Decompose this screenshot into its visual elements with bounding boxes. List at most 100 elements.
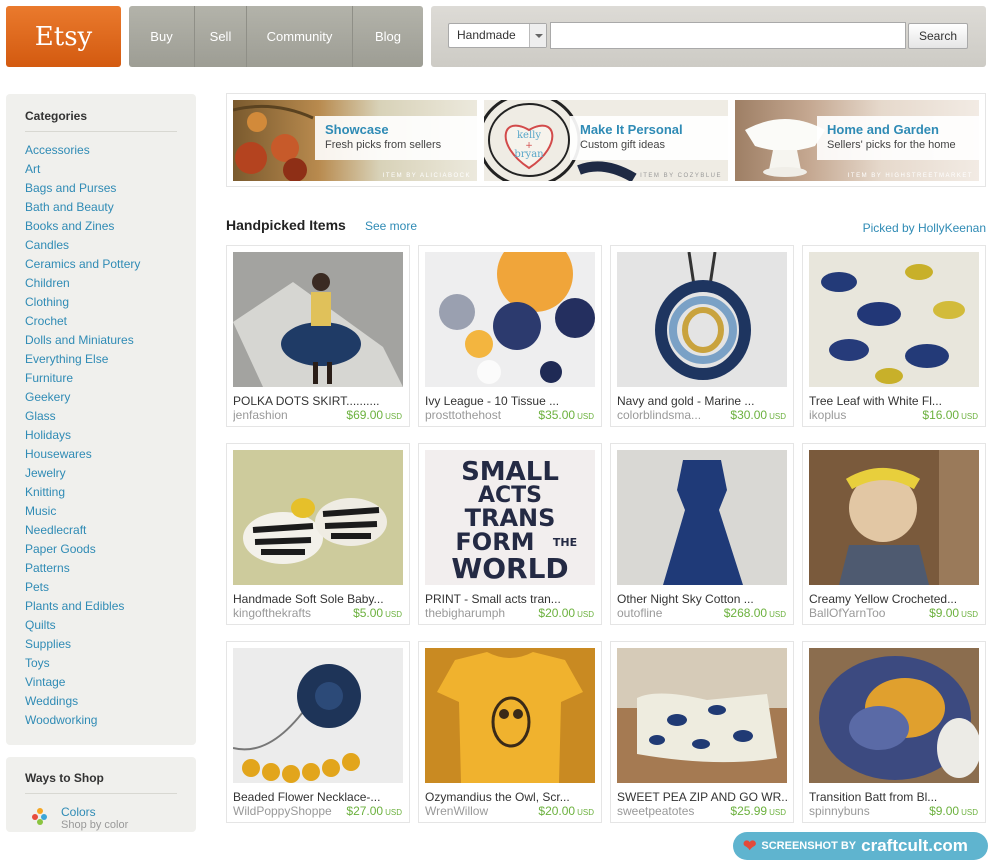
item-shop[interactable]: jenfashion <box>233 408 333 422</box>
banner-home-and-garden[interactable]: Home and Garden Sellers' picks for the h… <box>735 100 979 181</box>
item-title[interactable]: Navy and gold - Marine ... <box>617 394 789 408</box>
nav-sell[interactable]: Sell <box>195 6 247 67</box>
category-link[interactable]: Needlecraft <box>25 521 140 540</box>
item-card[interactable]: SWEET PEA ZIP AND GO WR... sweetpeatotes… <box>610 641 794 823</box>
category-link[interactable]: Glass <box>25 407 140 426</box>
item-card[interactable]: Other Night Sky Cotton ... outofline $26… <box>610 443 794 625</box>
item-shop[interactable]: WildPoppyShoppe <box>233 804 333 818</box>
category-link[interactable]: Paper Goods <box>25 540 140 559</box>
item-card[interactable]: SMALL ACTS TRANS FORM THE WORLD PRINT - … <box>418 443 602 625</box>
category-link[interactable]: Everything Else <box>25 350 140 369</box>
item-title[interactable]: Transition Batt from Bl... <box>809 790 981 804</box>
category-link[interactable]: Weddings <box>25 692 140 711</box>
category-link[interactable]: Furniture <box>25 369 140 388</box>
item-photo[interactable] <box>233 450 403 585</box>
category-link[interactable]: Knitting <box>25 483 140 502</box>
item-card[interactable]: Navy and gold - Marine ... colorblindsma… <box>610 245 794 427</box>
etsy-logo[interactable]: Etsy <box>6 6 121 67</box>
category-link[interactable]: Toys <box>25 654 140 673</box>
item-photo[interactable] <box>617 450 787 585</box>
item-card[interactable]: Creamy Yellow Crocheted... BallOfYarnToo… <box>802 443 986 625</box>
nav-community[interactable]: Community <box>247 6 353 67</box>
category-link[interactable]: Art <box>25 160 140 179</box>
item-photo[interactable] <box>425 648 595 783</box>
item-shop[interactable]: sweetpeatotes <box>617 804 717 818</box>
item-photo[interactable] <box>809 252 979 387</box>
nav-blog[interactable]: Blog <box>353 6 423 67</box>
item-photo[interactable] <box>425 252 595 387</box>
category-link[interactable]: Music <box>25 502 140 521</box>
category-link[interactable]: Woodworking <box>25 711 140 730</box>
see-more-link[interactable]: See more <box>365 219 417 233</box>
item-shop[interactable]: WrenWillow <box>425 804 525 818</box>
category-link[interactable]: Pets <box>25 578 140 597</box>
category-link[interactable]: Plants and Edibles <box>25 597 140 616</box>
item-photo[interactable] <box>809 450 979 585</box>
category-link[interactable]: Ceramics and Pottery <box>25 255 140 274</box>
item-price: $9.00 USD <box>929 606 978 620</box>
category-link[interactable]: Patterns <box>25 559 140 578</box>
category-link[interactable]: Clothing <box>25 293 140 312</box>
category-link[interactable]: Accessories <box>25 141 140 160</box>
item-photo[interactable] <box>617 252 787 387</box>
item-photo[interactable] <box>233 648 403 783</box>
search-input[interactable] <box>550 22 906 49</box>
item-shop[interactable]: spinnybuns <box>809 804 909 818</box>
picked-by-link[interactable]: Picked by HollyKeenan <box>863 221 986 235</box>
item-card[interactable]: Transition Batt from Bl... spinnybuns $9… <box>802 641 986 823</box>
category-link[interactable]: Bath and Beauty <box>25 198 140 217</box>
item-photo[interactable]: SMALL ACTS TRANS FORM THE WORLD <box>425 450 595 585</box>
item-title[interactable]: SWEET PEA ZIP AND GO WR... <box>617 790 789 804</box>
item-card[interactable]: Handmade Soft Sole Baby... kingofthekraf… <box>226 443 410 625</box>
category-list: Accessories Art Bags and Purses Bath and… <box>25 141 140 730</box>
item-title[interactable]: Other Night Sky Cotton ... <box>617 592 789 606</box>
colors-link[interactable]: Colors <box>61 805 96 819</box>
chevron-down-icon[interactable] <box>529 24 546 47</box>
item-title[interactable]: Ivy League - 10 Tissue ... <box>425 394 597 408</box>
category-link[interactable]: Jewelry <box>25 464 140 483</box>
item-shop[interactable]: kingofthekrafts <box>233 606 333 620</box>
item-title[interactable]: Tree Leaf with White Fl... <box>809 394 981 408</box>
item-shop[interactable]: colorblindsma... <box>617 408 717 422</box>
category-link[interactable]: Geekery <box>25 388 140 407</box>
main-nav: Buy Sell Community Blog <box>129 6 423 67</box>
item-title[interactable]: Beaded Flower Necklace-... <box>233 790 405 804</box>
item-photo[interactable] <box>617 648 787 783</box>
divider <box>25 131 177 132</box>
category-link[interactable]: Candles <box>25 236 140 255</box>
category-link[interactable]: Housewares <box>25 445 140 464</box>
item-shop[interactable]: outofline <box>617 606 717 620</box>
item-card[interactable]: POLKA DOTS SKIRT.......... jenfashion $6… <box>226 245 410 427</box>
category-link[interactable]: Bags and Purses <box>25 179 140 198</box>
category-link[interactable]: Children <box>25 274 140 293</box>
banner-showcase[interactable]: Showcase Fresh picks from sellers ITEM B… <box>233 100 477 181</box>
category-link[interactable]: Quilts <box>25 616 140 635</box>
item-shop[interactable]: prosttothehost <box>425 408 525 422</box>
category-link[interactable]: Vintage <box>25 673 140 692</box>
item-photo[interactable] <box>233 252 403 387</box>
category-link[interactable]: Dolls and Miniatures <box>25 331 140 350</box>
banner-make-it-personal[interactable]: kelly + bryan Make It Personal Custom gi… <box>484 100 728 181</box>
item-card[interactable]: Ozymandius the Owl, Scr... WrenWillow $2… <box>418 641 602 823</box>
item-card[interactable]: Beaded Flower Necklace-... WildPoppyShop… <box>226 641 410 823</box>
search-category-select[interactable]: Handmade <box>448 23 547 48</box>
category-link[interactable]: Crochet <box>25 312 140 331</box>
item-card[interactable]: Tree Leaf with White Fl... ikoplus $16.0… <box>802 245 986 427</box>
item-title[interactable]: Ozymandius the Owl, Scr... <box>425 790 597 804</box>
category-link[interactable]: Holidays <box>25 426 140 445</box>
item-title[interactable]: PRINT - Small acts tran... <box>425 592 597 606</box>
item-shop[interactable]: thebigharumph <box>425 606 525 620</box>
item-card[interactable]: Ivy League - 10 Tissue ... prosttothehos… <box>418 245 602 427</box>
item-shop[interactable]: BallOfYarnToo <box>809 606 909 620</box>
item-shop[interactable]: ikoplus <box>809 408 909 422</box>
nav-buy[interactable]: Buy <box>129 6 195 67</box>
item-price: $20.00 USD <box>538 606 594 620</box>
category-link[interactable]: Supplies <box>25 635 140 654</box>
item-title[interactable]: POLKA DOTS SKIRT.......... <box>233 394 405 408</box>
item-photo[interactable] <box>809 648 979 783</box>
kelly-text: kelly <box>517 130 541 141</box>
item-title[interactable]: Handmade Soft Sole Baby... <box>233 592 405 606</box>
category-link[interactable]: Books and Zines <box>25 217 140 236</box>
item-title[interactable]: Creamy Yellow Crocheted... <box>809 592 981 606</box>
search-button[interactable]: Search <box>908 23 968 49</box>
